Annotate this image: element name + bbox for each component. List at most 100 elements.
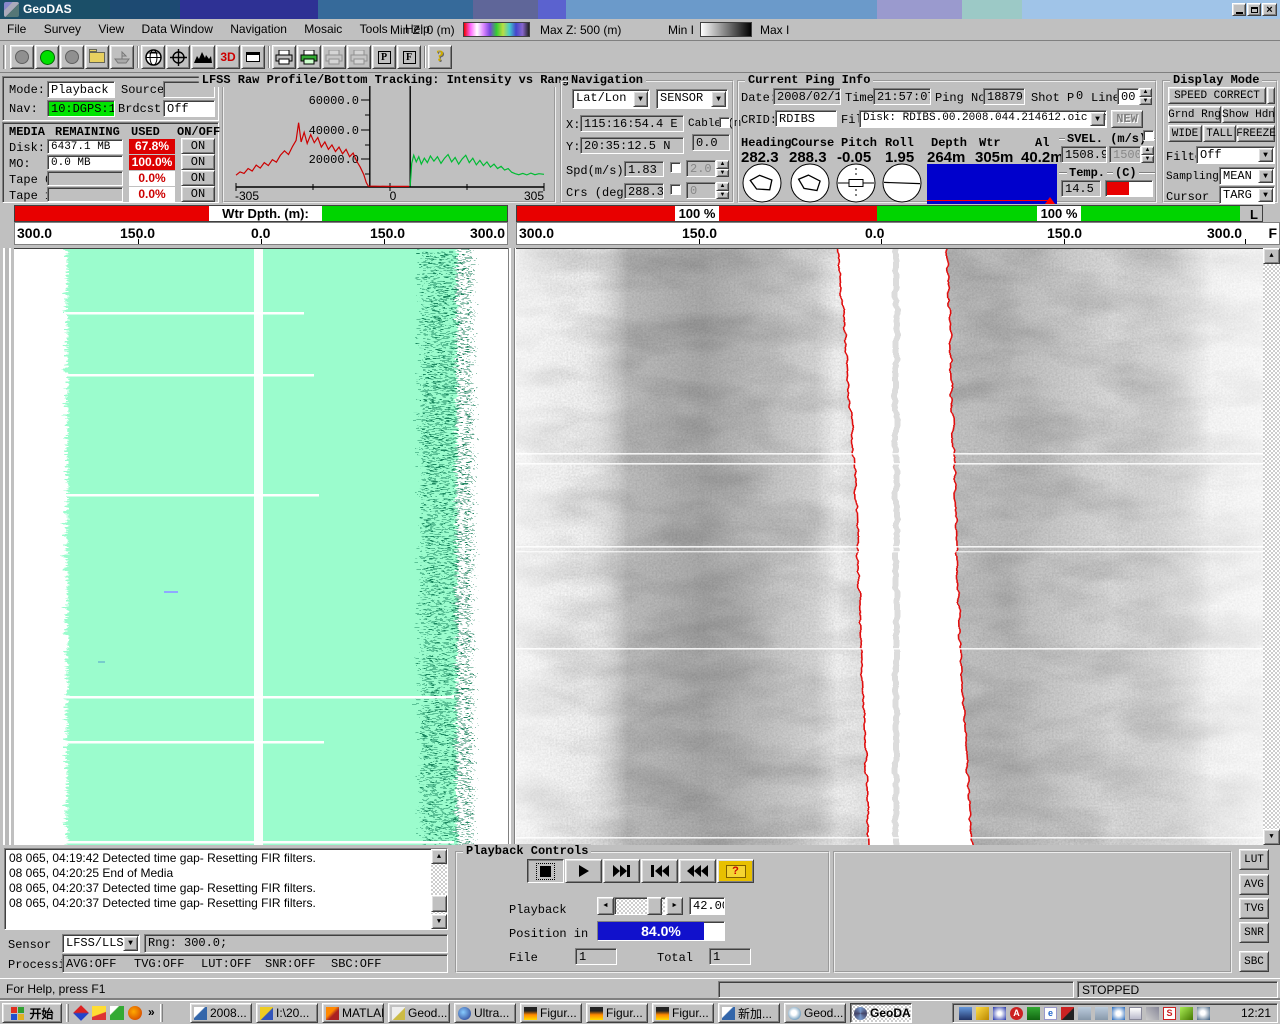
tray-icon-antivirus[interactable] xyxy=(1027,1007,1040,1020)
course-spinner[interactable]: ▲▼ xyxy=(716,182,729,199)
quicklaunch-overflow-chevron[interactable]: » xyxy=(148,1005,155,1019)
stop-playback-button[interactable] xyxy=(527,859,564,883)
start-button[interactable]: 开始 xyxy=(2,1003,62,1023)
speed-set-field[interactable]: 2.0 xyxy=(686,160,716,177)
tray-icon-notes[interactable] xyxy=(1129,1007,1142,1020)
quicklaunch-icon-1[interactable] xyxy=(73,1005,89,1021)
speed-slider-left-button[interactable]: ◄ xyxy=(597,897,614,915)
cable-checkbox[interactable] xyxy=(719,117,730,128)
skip-back-button[interactable] xyxy=(641,859,678,883)
taskbar-button-geodview[interactable]: Geod... xyxy=(784,1003,846,1023)
taskbar-button-figure2[interactable]: Figur... xyxy=(586,1003,648,1023)
tray-icon-network[interactable] xyxy=(993,1007,1006,1020)
tray-icon-ie[interactable]: e xyxy=(1044,1007,1057,1020)
crid-field[interactable]: RDIBS xyxy=(775,110,837,127)
center-splitter[interactable] xyxy=(508,248,516,845)
tray-icon-monitor-2[interactable] xyxy=(1095,1007,1108,1020)
minimize-button[interactable] xyxy=(1232,3,1246,16)
hf-waterfall-panel[interactable] xyxy=(516,248,1263,845)
print-setup-button[interactable] xyxy=(347,45,371,69)
tape0-onoff-button[interactable]: ON xyxy=(181,170,215,186)
menu-data-window[interactable]: Data Window xyxy=(135,19,220,39)
message-log[interactable]: 08 065, 04:19:42 Detected time gap- Rese… xyxy=(4,848,448,930)
svel-spinner[interactable]: ▲▼ xyxy=(1141,146,1154,163)
taskbar-button-xinjia[interactable]: 新加... xyxy=(718,1003,780,1023)
tray-icon-pen[interactable] xyxy=(1146,1007,1159,1020)
taskbar-button-figure1[interactable]: Figur... xyxy=(520,1003,582,1023)
menu-navigation[interactable]: Navigation xyxy=(223,19,294,39)
left-splitter[interactable] xyxy=(0,248,14,845)
tray-icon-display[interactable] xyxy=(959,1007,972,1020)
snr-button[interactable]: SNR xyxy=(1239,922,1269,943)
line-spinner[interactable]: ▲▼ xyxy=(1139,88,1152,105)
menu-tools[interactable]: Tools xyxy=(353,19,395,39)
print-color-button[interactable] xyxy=(297,45,321,69)
new-file-button[interactable]: NEW xyxy=(1111,110,1143,128)
fast-forward-button[interactable] xyxy=(603,859,640,883)
file-dropdown[interactable]: Disk: RDIBS.00.2008.044.214612.oic.tmp▼ xyxy=(859,110,1107,128)
tray-icon-ati[interactable]: A xyxy=(1010,1007,1023,1020)
tape1-onoff-button[interactable]: ON xyxy=(181,186,215,202)
lut-button[interactable]: LUT xyxy=(1239,849,1269,870)
quicklaunch-icon-3[interactable] xyxy=(110,1006,124,1020)
tray-icon-volume[interactable] xyxy=(976,1007,989,1020)
freeze-button[interactable]: FREEZE xyxy=(1237,125,1275,142)
taskbar-button-figure3[interactable]: Figur... xyxy=(652,1003,714,1023)
disk-onoff-button[interactable]: ON xyxy=(181,138,215,154)
open-file-button[interactable] xyxy=(85,45,109,69)
grnd-rng-button[interactable]: Grnd Rng xyxy=(1168,106,1221,123)
tray-icon-input[interactable] xyxy=(1180,1007,1193,1020)
tray-icon-eye[interactable] xyxy=(1197,1007,1210,1020)
coord-mode-dropdown[interactable]: Lat/Lon▼ xyxy=(572,89,650,109)
speed-slider-thumb[interactable] xyxy=(647,897,662,915)
taskbar-button-ultraedit[interactable]: Ultra... xyxy=(454,1003,516,1023)
sbc-button[interactable]: SBC xyxy=(1239,951,1269,972)
cable-value-field[interactable]: 0.0 xyxy=(692,134,730,151)
menu-mosaic[interactable]: Mosaic xyxy=(297,19,349,39)
tray-icon-sygate[interactable]: S xyxy=(1163,1007,1176,1020)
speed-correct-button[interactable]: SPEED CORRECT xyxy=(1168,87,1266,104)
play-button[interactable] xyxy=(35,45,59,69)
total-files-field[interactable]: 1 xyxy=(709,948,751,965)
eject-media-button[interactable]: ? xyxy=(717,859,754,883)
help-button[interactable]: ? xyxy=(428,45,452,69)
tall-button[interactable]: TALL xyxy=(1203,125,1236,142)
nav-value-field[interactable]: 10:DGPS:1: xyxy=(47,100,115,117)
quicklaunch-icon-4[interactable] xyxy=(128,1006,142,1020)
chevron-down-icon[interactable]: ▼ xyxy=(123,936,138,951)
waterfall-scrollbar[interactable]: ▲ ▼ xyxy=(1263,248,1280,845)
stop-button[interactable] xyxy=(60,45,84,69)
log-scrollbar[interactable]: ▲ ▼ xyxy=(431,849,447,929)
taskbar-button-matlab[interactable]: MATLAB xyxy=(322,1003,384,1023)
speed-value-field[interactable]: 42.00 xyxy=(689,897,725,915)
mode-value-field[interactable]: Playback xyxy=(47,81,115,98)
terrain-button[interactable] xyxy=(191,45,215,69)
taskbar-button-2008[interactable]: 2008... xyxy=(190,1003,252,1023)
tvg-button[interactable]: TVG xyxy=(1239,898,1269,919)
log-scroll-down-button[interactable]: ▼ xyxy=(431,914,447,929)
record-button[interactable] xyxy=(10,45,34,69)
chevron-down-icon[interactable]: ▼ xyxy=(1258,188,1273,202)
window-layout-button[interactable] xyxy=(241,45,265,69)
survey-vessel-button[interactable] xyxy=(110,45,134,69)
menu-file[interactable]: File xyxy=(0,19,33,39)
log-scroll-up-button[interactable]: ▲ xyxy=(431,849,447,864)
menu-survey[interactable]: Survey xyxy=(37,19,88,39)
view-3d-button[interactable]: 3D xyxy=(216,45,240,69)
rewind-button[interactable] xyxy=(679,859,716,883)
svel-set-field[interactable]: 1500. xyxy=(1109,146,1141,163)
speed-override-checkbox[interactable] xyxy=(670,162,681,173)
chevron-down-icon[interactable]: ▼ xyxy=(1258,148,1273,162)
quicklaunch-icon-2[interactable] xyxy=(92,1006,106,1020)
sensor-dropdown[interactable]: LFSS/LLS▼ xyxy=(62,934,140,953)
course-set-field[interactable]: 0 xyxy=(686,182,716,199)
chevron-down-icon[interactable]: ▼ xyxy=(711,91,726,107)
target-button[interactable] xyxy=(166,45,190,69)
sampling-dropdown[interactable]: MEAN▼ xyxy=(1219,167,1275,185)
lf-waterfall-panel[interactable] xyxy=(14,248,508,845)
fix-window-button[interactable]: F xyxy=(397,45,421,69)
chevron-down-icon[interactable]: ▼ xyxy=(1258,169,1273,183)
play-playback-button[interactable] xyxy=(565,859,602,883)
tray-icon-power[interactable] xyxy=(1061,1007,1074,1020)
speed-correct-mini-button[interactable] xyxy=(1267,87,1275,104)
